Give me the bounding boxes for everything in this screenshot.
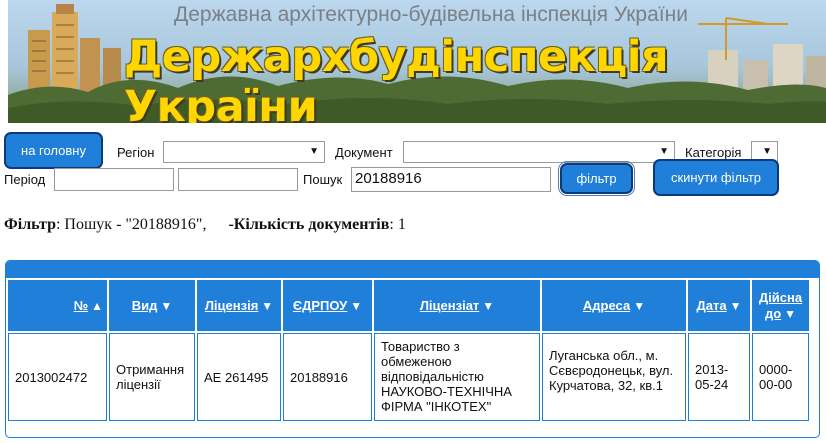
triangle-down-icon: ▼	[633, 299, 646, 313]
period-label: Період	[4, 172, 46, 187]
document-count-label: -Кількість документів	[228, 216, 390, 233]
column-header-number[interactable]: № ▲	[8, 280, 107, 331]
column-header-type[interactable]: Вид ▼	[109, 280, 195, 331]
triangle-down-icon: ▼	[482, 299, 495, 313]
filter-summary: Фільтр: Пошук - "20188916", -Кількість д…	[4, 216, 406, 234]
chevron-down-icon: ▼	[659, 146, 669, 157]
filter-button[interactable]: фільтр	[558, 161, 635, 196]
column-header-label: Дата	[696, 298, 727, 313]
cell-number: 2013002472	[8, 333, 107, 421]
search-input[interactable]: 20188916	[351, 167, 551, 192]
cell-date: 2013-05-24	[688, 333, 750, 421]
filter-summary-label: Фільтр	[4, 216, 56, 233]
banner-title: Держархбудінспекція України	[124, 32, 669, 123]
cell-licensee: Товариство з обмеженою відповідальністю …	[374, 333, 540, 421]
column-header-label: Вид	[131, 298, 158, 313]
header-banner: Державна архітектурно-будівельна інспекц…	[8, 0, 826, 123]
chevron-down-icon: ▼	[762, 146, 772, 157]
table-top-bar	[6, 261, 819, 278]
column-header-address[interactable]: Адреса ▼	[542, 280, 686, 331]
period-from-input[interactable]	[54, 168, 174, 191]
region-label: Регіон	[117, 145, 155, 160]
search-input-value: 20188916	[355, 170, 422, 187]
column-header-label: Ліцензія	[204, 298, 259, 313]
triangle-down-icon: ▼	[350, 299, 363, 313]
table-header-row: № ▲ Вид ▼ Ліцензія ▼ ЄДРПОУ ▼ Ліцензіат ▼ Адр…	[8, 280, 809, 331]
cell-address: Луганська обл., м. Сєвєродонецьк, вул. К…	[542, 333, 686, 421]
column-header-edrpou[interactable]: ЄДРПОУ ▼	[283, 280, 372, 331]
results-table: № ▲ Вид ▼ Ліцензія ▼ ЄДРПОУ ▼ Ліцензіат ▼ Адр…	[6, 278, 811, 423]
triangle-down-icon: ▼	[261, 299, 274, 313]
document-count-value: : 1	[389, 216, 406, 233]
table-row: 2013002472 Отримання ліцензії АЕ 261495 …	[8, 333, 809, 421]
column-header-label: Ліцензіат	[419, 298, 480, 313]
cell-valid-until: 0000-00-00	[752, 333, 809, 421]
results-table-panel: № ▲ Вид ▼ Ліцензія ▼ ЄДРПОУ ▼ Ліцензіат ▼ Адр…	[5, 260, 820, 438]
triangle-up-icon: ▲	[91, 299, 103, 313]
category-label: Категорія	[685, 145, 742, 160]
region-select[interactable]: ▼	[163, 141, 325, 163]
cell-license: АЕ 261495	[197, 333, 281, 421]
triangle-down-icon: ▼	[729, 299, 742, 313]
column-header-label: ЄДРПОУ	[292, 298, 348, 313]
triangle-down-icon: ▼	[160, 299, 173, 313]
cell-type: Отримання ліцензії	[109, 333, 195, 421]
column-header-valid-until[interactable]: Дійсна до ▼	[752, 280, 809, 331]
period-to-input[interactable]	[178, 168, 298, 191]
triangle-down-icon: ▼	[784, 306, 797, 321]
chevron-down-icon: ▼	[309, 146, 319, 157]
home-button[interactable]: на головну	[4, 132, 103, 169]
cell-edrpou: 20188916	[283, 333, 372, 421]
column-header-license[interactable]: Ліцензія ▼	[197, 280, 281, 331]
reset-filter-button[interactable]: скинути фільтр	[653, 159, 779, 196]
column-header-date[interactable]: Дата ▼	[688, 280, 750, 331]
search-label: Пошук	[303, 172, 343, 187]
document-select[interactable]: ▼	[403, 141, 675, 163]
column-header-label: Адреса	[582, 298, 631, 313]
banner-subtitle: Державна архітектурно-будівельна інспекц…	[174, 3, 688, 26]
document-label: Документ	[335, 145, 393, 160]
column-header-licensee[interactable]: Ліцензіат ▼	[374, 280, 540, 331]
filter-summary-text: : Пошук - "20188916",	[55, 216, 207, 233]
column-header-label: №	[73, 298, 89, 313]
